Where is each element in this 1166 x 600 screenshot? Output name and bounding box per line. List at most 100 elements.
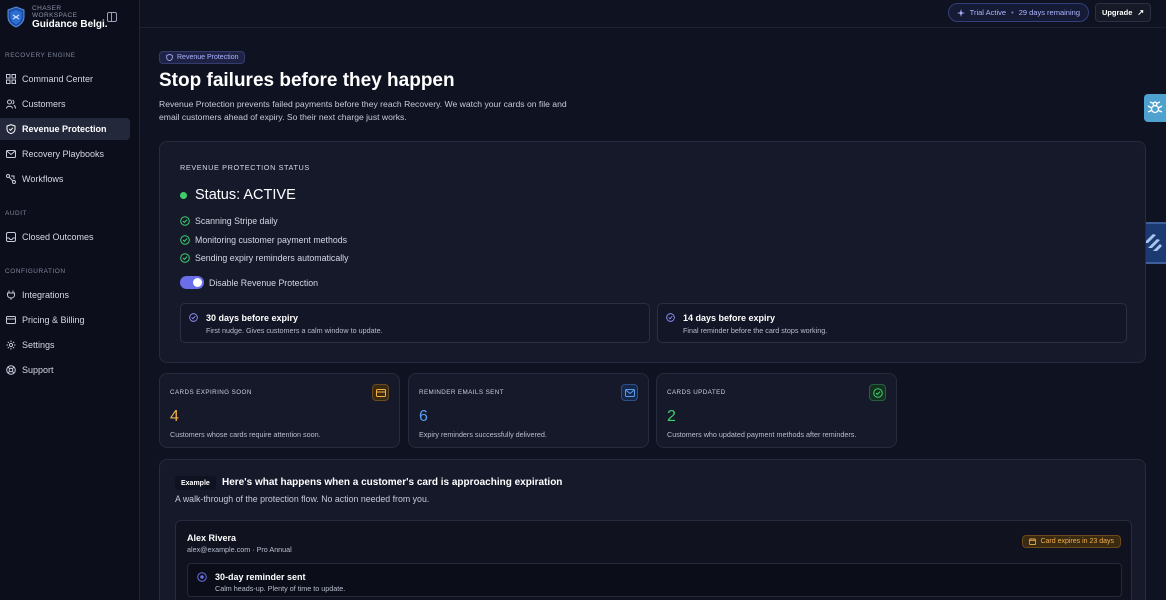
sparkle-icon	[956, 8, 965, 17]
stat-icon-box	[621, 384, 638, 401]
sidebar-item-label: Closed Outcomes	[22, 232, 94, 242]
disable-protection-toggle-row: Disable Revenue Protection	[180, 276, 318, 289]
floating-bug-button[interactable]	[1144, 94, 1166, 122]
sidebar-item-settings[interactable]: Settings	[0, 334, 130, 356]
example-walkthrough-card: Example Here's what happens when a custo…	[159, 459, 1146, 600]
topbar: Trial Active • 29 days remaining Upgrade…	[140, 0, 1166, 28]
stat-description: Customers whose cards require attention …	[170, 430, 321, 439]
status-row: Status: ACTIVE	[180, 187, 296, 203]
trial-status-badge[interactable]: Trial Active • 29 days remaining	[947, 3, 1089, 22]
sidebar-item-command-center[interactable]: Command Center	[0, 68, 130, 90]
sidebar-item-recovery-playbooks[interactable]: Recovery Playbooks	[0, 143, 130, 165]
toggle-label: Disable Revenue Protection	[209, 277, 319, 288]
target-circle-icon	[197, 572, 207, 582]
step-subtitle: Calm heads-up. Plenty of time to update.	[215, 584, 346, 593]
status-text: Status: ACTIVE	[195, 187, 296, 203]
sidebar-item-integrations[interactable]: Integrations	[0, 284, 130, 306]
page-description: Revenue Protection prevents failed payme…	[159, 99, 567, 122]
reminder-title: 14 days before expiry	[683, 313, 776, 323]
sidebar: CHASER WORKSPACE Guidance Belgi... RECOV…	[0, 0, 140, 600]
example-subtitle: A walk-through of the protection flow. N…	[175, 494, 430, 504]
protection-status-card: REVENUE PROTECTION STATUS Status: ACTIVE…	[159, 141, 1146, 363]
arrow-up-right-icon: ↗	[1137, 8, 1145, 17]
shield-icon	[166, 54, 173, 61]
sidebar-item-label: Settings	[22, 340, 55, 350]
check-item: Scanning Stripe daily	[180, 216, 278, 226]
sidebar-item-pricing-billing[interactable]: Pricing & Billing	[0, 309, 130, 331]
check-item-label: Scanning Stripe daily	[195, 216, 278, 226]
stat-card-reminder-emails: REMINDER EMAILS SENT 6 Expiry reminders …	[408, 373, 649, 448]
users-icon	[6, 99, 16, 109]
timeline-step: 30-day reminder sent Calm heads-up. Plen…	[187, 563, 1122, 597]
plug-icon	[7, 290, 15, 300]
sidebar-item-label: Revenue Protection	[22, 124, 107, 134]
stat-label: CARDS UPDATED	[667, 389, 726, 396]
check-item-label: Monitoring customer payment methods	[195, 235, 348, 245]
sidebar-item-label: Integrations	[22, 290, 70, 300]
gear-icon	[6, 340, 16, 350]
sidebar-item-closed-outcomes[interactable]: Closed Outcomes	[0, 226, 130, 248]
section-recovery-engine: RECOVERY ENGINE	[5, 52, 76, 59]
calendar-icon	[1029, 538, 1037, 545]
sidebar-item-revenue-protection[interactable]: Revenue Protection	[0, 118, 130, 140]
sidebar-item-label: Pricing & Billing	[22, 315, 85, 325]
stat-card-cards-updated: CARDS UPDATED 2 Customers who updated pa…	[656, 373, 897, 448]
stat-card-cards-expiring: CARDS EXPIRING SOON 4 Customers whose ca…	[159, 373, 400, 448]
reminder-subtitle: First nudge. Gives customers a calm wind…	[206, 326, 383, 335]
app-root: CHASER WORKSPACE Guidance Belgi... RECOV…	[0, 0, 1166, 600]
upgrade-button[interactable]: Upgrade ↗	[1095, 3, 1151, 22]
workspace-name: Guidance Belgi...	[32, 18, 107, 30]
stat-value: 4	[170, 408, 179, 425]
stat-icon-box	[372, 384, 389, 401]
stat-label: CARDS EXPIRING SOON	[170, 389, 252, 396]
reminder-title: 30 days before expiry	[206, 313, 299, 323]
sidebar-item-workflows[interactable]: Workflows	[0, 168, 130, 190]
sidebar-item-customers[interactable]: Customers	[0, 93, 130, 115]
stat-description: Expiry reminders successfully delivered.	[419, 430, 547, 439]
example-title: Here's what happens when a customer's ca…	[222, 477, 563, 488]
lifebuoy-icon	[6, 365, 16, 375]
check-circle-icon	[180, 216, 190, 226]
expiry-label: Card expires in 23 days	[1040, 538, 1114, 545]
check-circle-icon	[189, 313, 198, 322]
sidebar-item-label: Workflows	[22, 174, 64, 184]
bug-icon	[1147, 101, 1163, 114]
inbox-icon	[6, 232, 16, 242]
trial-separator: •	[1011, 8, 1014, 17]
step-title: 30-day reminder sent	[215, 572, 306, 582]
reminder-subtitle: Final reminder before the card stops wor…	[683, 326, 828, 335]
check-circle-icon	[180, 235, 190, 245]
trial-label: Trial Active	[969, 8, 1007, 17]
workspace-logo-icon	[7, 6, 25, 28]
workspace-switcher[interactable]: CHASER WORKSPACE Guidance Belgi...	[0, 2, 139, 32]
stat-value: 6	[419, 408, 428, 425]
sidebar-item-label: Command Center	[22, 74, 94, 84]
upgrade-label: Upgrade	[1101, 8, 1133, 17]
pill-label: Revenue Protection	[177, 54, 239, 61]
credit-card-icon	[375, 388, 386, 397]
check-item-label: Sending expiry reminders automatically	[195, 253, 349, 263]
example-badge: Example	[175, 476, 216, 490]
section-configuration: CONFIGURATION	[5, 268, 66, 275]
workflow-icon	[6, 174, 16, 184]
sidebar-item-label: Support	[22, 365, 54, 375]
stat-icon-box	[869, 384, 886, 401]
card-icon	[6, 316, 16, 324]
status-indicator-dot	[180, 191, 187, 199]
shield-icon	[6, 124, 16, 134]
workspace-label: CHASER WORKSPACE	[32, 4, 78, 19]
grid-icon	[6, 74, 16, 84]
customer-name: Alex Rivera	[187, 533, 237, 543]
reminder-card-30-days: 30 days before expiry First nudge. Gives…	[180, 303, 650, 343]
stat-description: Customers who updated payment methods af…	[667, 430, 857, 439]
page-title: Stop failures before they happen	[159, 70, 455, 91]
sidebar-item-label: Customers	[22, 99, 66, 109]
sidebar-collapse-icon[interactable]	[107, 12, 117, 22]
trial-remaining: 29 days remaining	[1018, 8, 1080, 17]
reminder-card-14-days: 14 days before expiry Final reminder bef…	[657, 303, 1127, 343]
page-section-pill: Revenue Protection	[159, 51, 246, 64]
sidebar-item-support[interactable]: Support	[0, 359, 130, 381]
card-expiry-badge: Card expires in 23 days	[1022, 535, 1121, 548]
stat-label: REMINDER EMAILS SENT	[419, 389, 504, 396]
protection-toggle[interactable]	[180, 276, 204, 289]
